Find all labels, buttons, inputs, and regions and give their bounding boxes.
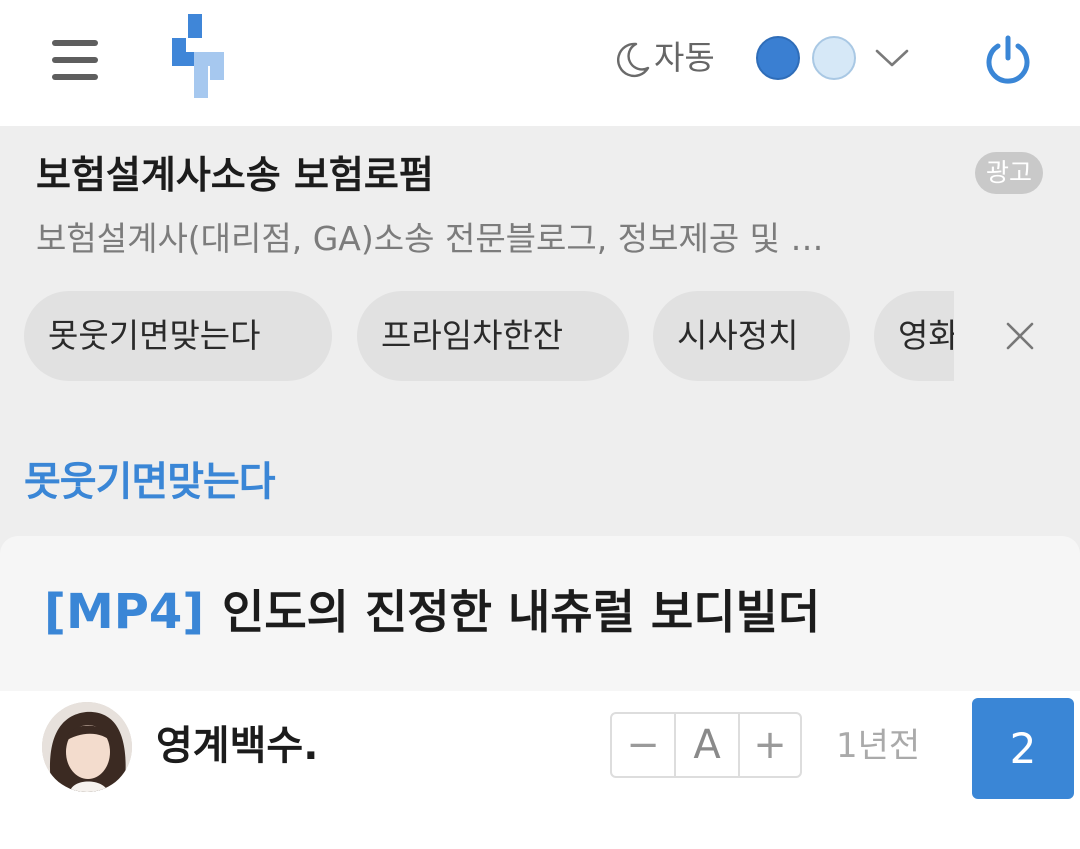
author-name[interactable]: 영계백수. [156,718,318,774]
moon-icon[interactable] [612,40,652,80]
avatar[interactable] [42,702,132,792]
chevron-down-icon[interactable] [874,44,910,72]
font-size-control: − A + [610,712,802,778]
hamburger-menu-icon[interactable] [52,40,98,80]
font-reset-button[interactable]: A [674,714,740,776]
category-chip[interactable]: 시사정치 [653,291,850,381]
category-chip[interactable]: 프라임차한잔 [357,291,629,381]
post-tag: [MP4] [44,584,205,640]
font-increase-button[interactable]: + [740,714,800,776]
content-area: 보험설계사소송 보험로펌 광고 보험설계사(대리점, GA)소송 전문블로그, … [0,126,1080,691]
post-header: [MP4] 인도의 진정한 내츄럴 보디빌더 [0,536,1080,691]
top-bar: 자동 [0,0,1080,126]
close-icon[interactable] [1000,316,1040,356]
power-icon[interactable] [984,34,1032,84]
font-decrease-button[interactable]: − [612,714,674,776]
board-title[interactable]: 못웃기면맞는다 [24,454,276,510]
comment-count-button[interactable]: 2 [972,698,1074,799]
light-theme-swatch[interactable] [812,36,856,80]
ad-description[interactable]: 보험설계사(대리점, GA)소송 전문블로그, 정보제공 및 … [36,216,1026,262]
post-title: 인도의 진정한 내츄럴 보디빌더 [222,585,821,639]
theme-mode-label[interactable]: 자동 [654,36,715,80]
category-chip[interactable]: 못웃기면맞는다 [24,291,332,381]
ad-badge: 광고 [975,152,1043,194]
site-logo[interactable] [170,14,232,100]
dark-theme-swatch[interactable] [756,36,800,80]
ad-title[interactable]: 보험설계사소송 보험로펌 [36,150,434,200]
category-chip-list: 못웃기면맞는다 프라임차한잔 시사정치 영화 [24,291,954,383]
category-chip[interactable]: 영화 [874,291,954,381]
post-time: 1년전 [836,726,921,766]
